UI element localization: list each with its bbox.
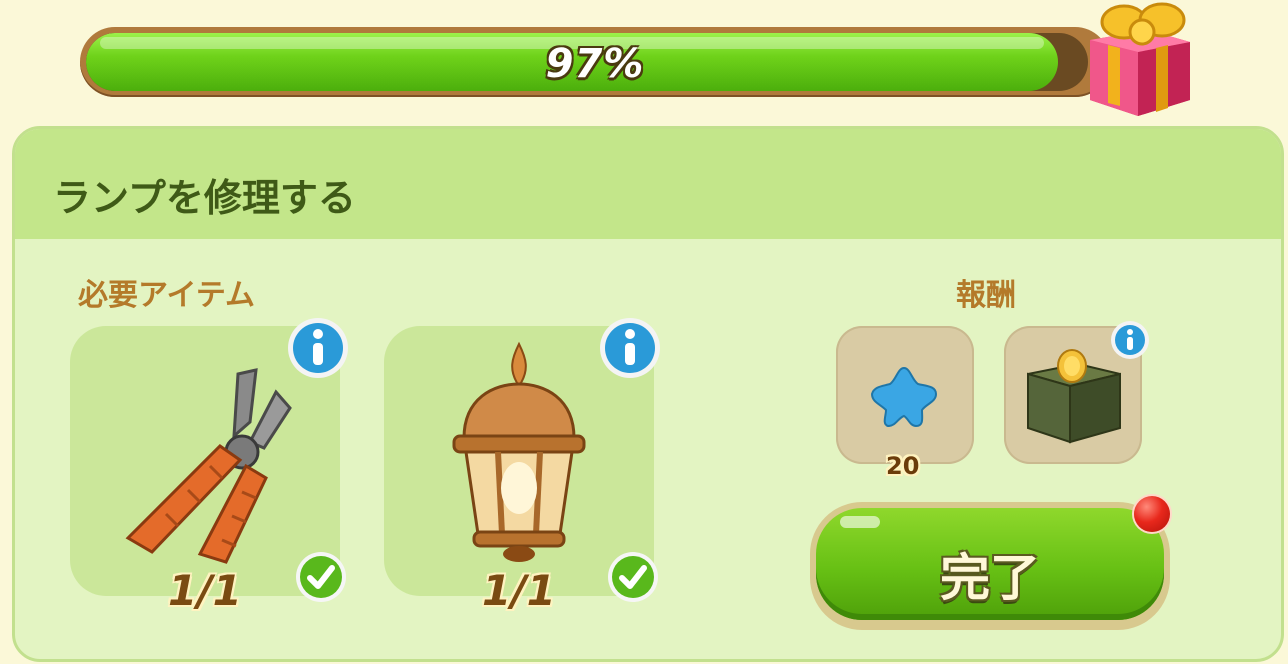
info-icon[interactable]: [1110, 320, 1150, 360]
pliers-icon: [125, 368, 292, 564]
info-icon[interactable]: [286, 316, 350, 380]
reward-item-star[interactable]: [836, 326, 974, 464]
required-count: 1/1: [482, 566, 556, 615]
rewards-label: 報酬: [956, 278, 1016, 313]
lantern-icon: [452, 341, 586, 562]
task-title: ランプを修理する: [53, 176, 356, 220]
blue-star-icon: [870, 366, 938, 428]
notification-dot: [1134, 496, 1170, 532]
checkmark-icon: [608, 552, 658, 602]
checkmark-icon: [296, 552, 346, 602]
required-items-label: 必要アイテム: [78, 278, 255, 313]
info-icon[interactable]: [598, 316, 662, 380]
complete-button[interactable]: 完了: [810, 502, 1170, 630]
required-count: 1/1: [168, 566, 242, 615]
reward-count: 20: [886, 452, 920, 480]
complete-button-label: 完了: [940, 549, 1040, 607]
gift-box-icon[interactable]: [1078, 0, 1198, 120]
complete-button-face: 完了: [816, 508, 1164, 620]
progress-label: 97%: [545, 41, 645, 87]
progress-bar: 97%: [80, 27, 1110, 97]
panel-header: ランプを修理する: [15, 129, 1281, 239]
